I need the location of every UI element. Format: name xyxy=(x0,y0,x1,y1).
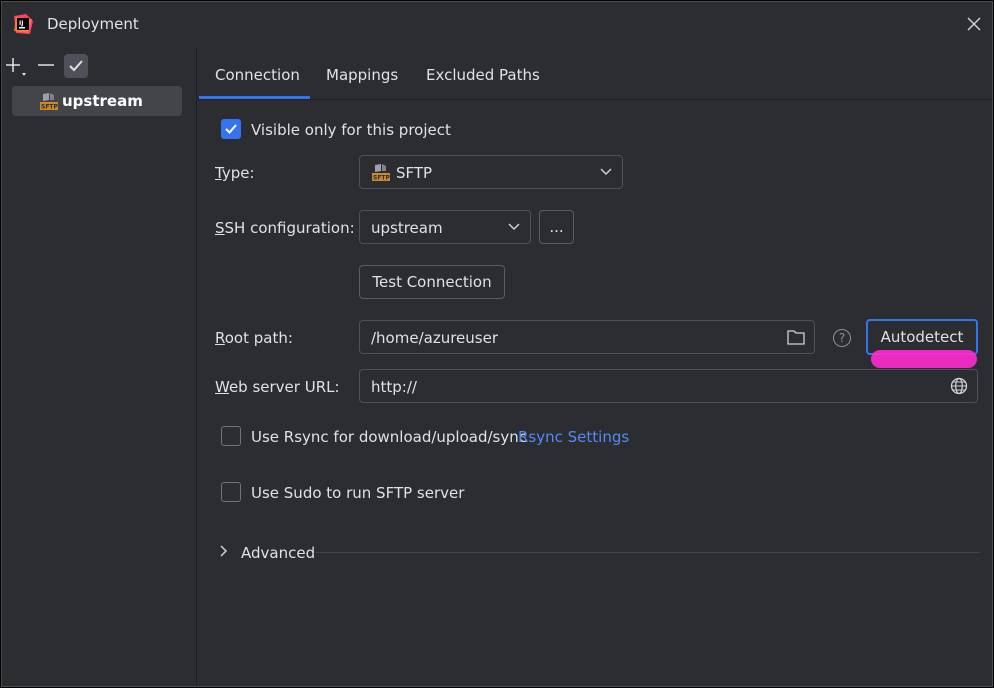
sidebar-item-upstream[interactable]: SFTP upstream xyxy=(12,86,182,116)
type-value: SFTP xyxy=(396,164,433,182)
use-rsync-checkbox[interactable] xyxy=(221,426,241,446)
chevron-down-icon xyxy=(508,223,520,231)
web-server-url-input[interactable]: http:// xyxy=(359,369,978,403)
title-bar: IJ Deployment xyxy=(2,2,992,48)
remove-icon[interactable] xyxy=(34,54,58,78)
rsync-settings-link[interactable]: Rsync Settings xyxy=(518,428,629,446)
tab-excluded-paths[interactable]: Excluded Paths xyxy=(426,66,540,84)
svg-text:IJ: IJ xyxy=(19,20,23,27)
sftp-icon: SFTP xyxy=(40,93,59,111)
root-path-value: /home/azureuser xyxy=(371,329,498,347)
tab-mappings[interactable]: Mappings xyxy=(326,66,398,84)
sftp-icon: SFTP xyxy=(372,164,391,182)
settings-panel: Connection Mappings Excluded Paths Visib… xyxy=(198,48,992,686)
visible-only-label: Visible only for this project xyxy=(251,121,451,139)
web-server-url-label: Web server URL: xyxy=(215,378,340,396)
svg-text:SFTP: SFTP xyxy=(373,175,391,182)
use-sudo-checkbox[interactable] xyxy=(221,482,241,502)
check-icon[interactable] xyxy=(64,54,88,78)
ssh-configuration-select[interactable]: upstream xyxy=(359,210,531,244)
intellij-logo-icon: IJ xyxy=(14,14,33,34)
web-server-url-value: http:// xyxy=(371,378,417,396)
add-icon[interactable] xyxy=(4,54,28,78)
server-list-panel: SFTP upstream xyxy=(2,48,197,686)
help-icon[interactable]: ? xyxy=(833,329,851,347)
svg-text:SFTP: SFTP xyxy=(41,104,59,111)
ssh-configuration-value: upstream xyxy=(371,219,443,237)
type-select[interactable]: SFTP SFTP xyxy=(359,155,623,189)
deployment-dialog: IJ Deployment SFTP upstream Connection M… xyxy=(1,1,993,687)
sidebar-item-label: upstream xyxy=(62,92,143,110)
ssh-configuration-more-button[interactable]: ... xyxy=(539,210,574,244)
advanced-separator xyxy=(316,552,980,553)
advanced-section-toggle[interactable]: Advanced xyxy=(241,544,315,562)
dialog-title: Deployment xyxy=(47,15,139,33)
ssh-configuration-label: SSH configuration: xyxy=(215,219,355,237)
close-icon[interactable] xyxy=(966,16,982,32)
type-label: Type: xyxy=(215,164,255,182)
visible-only-checkbox[interactable] xyxy=(221,119,241,139)
active-tab-indicator xyxy=(199,96,310,99)
use-sudo-label: Use Sudo to run SFTP server xyxy=(251,484,465,502)
folder-icon[interactable] xyxy=(787,329,805,345)
tab-connection[interactable]: Connection xyxy=(215,66,300,84)
checkmark-icon xyxy=(225,124,237,134)
highlight-annotation xyxy=(871,350,977,368)
chevron-down-icon xyxy=(600,168,612,176)
root-path-label: Root path: xyxy=(215,329,293,347)
use-rsync-label: Use Rsync for download/upload/sync xyxy=(251,428,527,446)
root-path-input[interactable]: /home/azureuser xyxy=(359,320,815,354)
tab-bar: Connection Mappings Excluded Paths xyxy=(198,48,992,100)
chevron-right-icon[interactable] xyxy=(220,545,228,557)
globe-icon[interactable] xyxy=(950,377,968,395)
test-connection-button[interactable]: Test Connection xyxy=(359,265,505,299)
